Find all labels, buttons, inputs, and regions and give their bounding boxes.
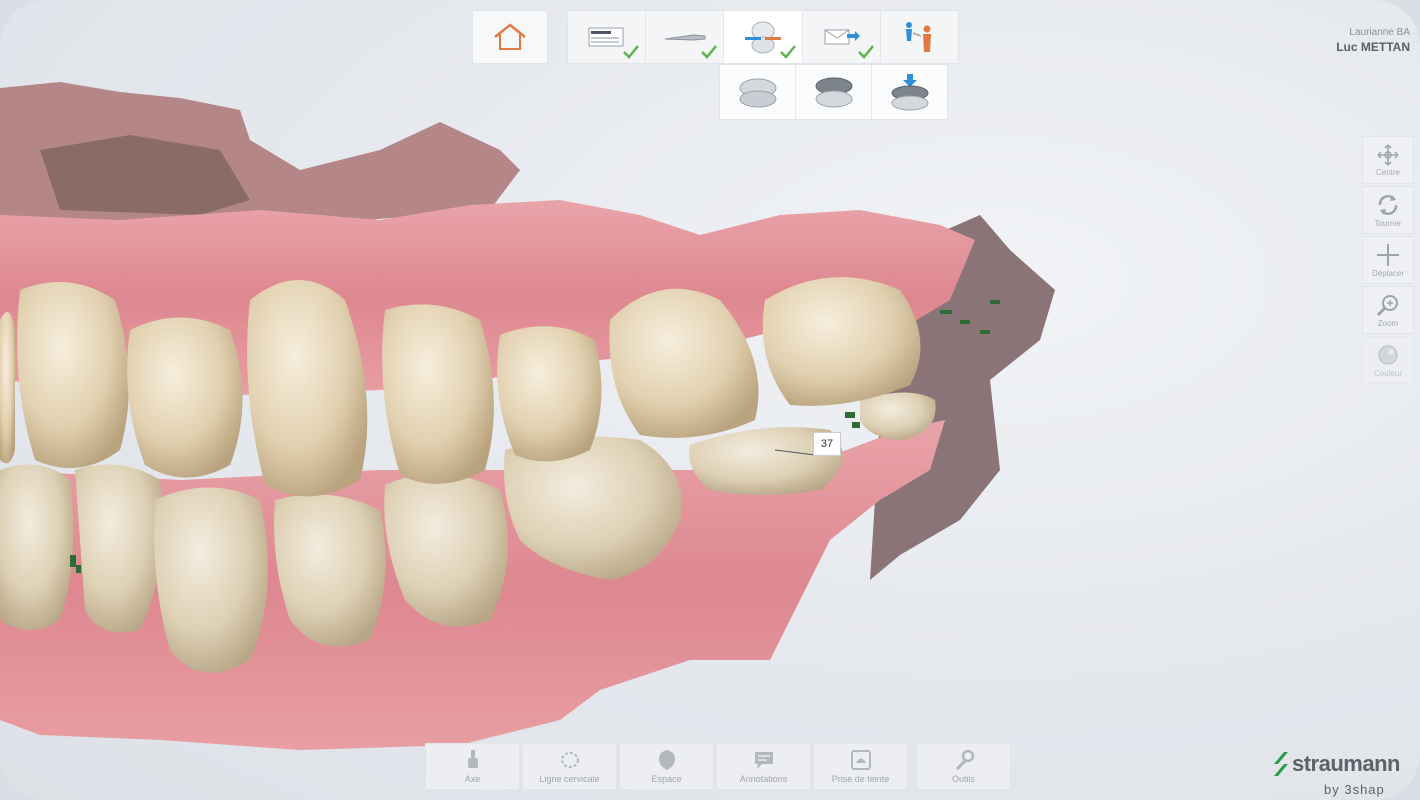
view-tools: Centre Tourner Déplacer Zoom Couleur xyxy=(1362,136,1414,386)
move-label: Déplacer xyxy=(1371,268,1404,278)
rotate-label: Tourner xyxy=(1374,218,1402,228)
axis-icon xyxy=(467,750,478,768)
center-icon xyxy=(1377,143,1399,166)
center-label: Centre xyxy=(1375,167,1400,177)
home-button[interactable] xyxy=(472,10,548,64)
patient-info: Laurianne BA Luc METTAN xyxy=(1336,27,1410,54)
rotate-icon xyxy=(1378,194,1398,215)
send-icon xyxy=(824,29,861,45)
space-icon xyxy=(658,750,675,770)
rotate-button[interactable]: Tourner xyxy=(1362,186,1414,234)
patient-name-line2: Luc METTAN xyxy=(1336,40,1410,54)
tools-button[interactable]: Outils xyxy=(916,743,1011,790)
check-icon xyxy=(857,45,874,59)
tooth-number-label: 37 xyxy=(813,432,841,456)
check-icon xyxy=(779,45,796,59)
step-patient-info[interactable] xyxy=(568,11,647,63)
step-bite[interactable] xyxy=(724,11,803,63)
step-handover[interactable] xyxy=(881,11,958,63)
brand-name: straumann xyxy=(1292,751,1400,776)
annotations-icon xyxy=(754,752,773,769)
substep-bite-align[interactable] xyxy=(872,65,947,119)
substep-upper[interactable] xyxy=(720,65,796,119)
dental-scan-view[interactable] xyxy=(0,0,1420,800)
move-button[interactable]: Déplacer xyxy=(1362,236,1414,284)
axis-label: Axe xyxy=(464,774,481,784)
bite-substeps xyxy=(719,64,948,120)
color-icon xyxy=(1378,344,1398,365)
bite-scan-icon xyxy=(745,21,781,54)
shade-icon xyxy=(850,750,871,770)
shade-button[interactable]: Prise de teinte xyxy=(813,743,908,790)
workflow-steps xyxy=(567,10,959,64)
straumann-logo-icon xyxy=(1274,752,1288,776)
wrench-icon xyxy=(955,749,974,771)
axis-button[interactable]: Axe xyxy=(425,743,520,790)
app-window: 37 Laurianne BA Luc METTAN Centre Tourne… xyxy=(0,0,1420,800)
bottom-toolbar: Axe Ligne cervicale Espace Annotations P… xyxy=(425,743,1013,790)
step-scan[interactable] xyxy=(646,11,725,63)
color-button[interactable]: Couleur xyxy=(1362,336,1414,384)
cervical-line-label: Ligne cervicale xyxy=(539,774,600,784)
zoom-label: Zoom xyxy=(1377,318,1399,328)
patient-form-icon xyxy=(588,27,624,47)
check-icon xyxy=(701,45,718,59)
step-send[interactable] xyxy=(803,11,881,63)
cervical-line-icon xyxy=(560,752,579,768)
tools-label: Outils xyxy=(951,774,975,784)
annotations-label: Annotations xyxy=(739,774,788,784)
brand-logo: straumann by 3shap xyxy=(1270,750,1400,797)
zoom-icon xyxy=(1376,294,1398,316)
move-icon xyxy=(1377,243,1399,266)
upper-jaw-icon xyxy=(739,78,776,108)
bite-align-icon xyxy=(891,74,928,111)
cervical-line-button[interactable]: Ligne cervicale xyxy=(522,743,617,790)
patient-name-line1: Laurianne BA xyxy=(1349,27,1410,38)
brand-by: by 3shap xyxy=(1324,782,1385,797)
lower-jaw-icon xyxy=(815,77,852,108)
handover-icon xyxy=(906,22,932,52)
space-button[interactable]: Espace xyxy=(619,743,714,790)
color-label: Couleur xyxy=(1373,368,1402,378)
space-label: Espace xyxy=(651,774,682,784)
shade-label: Prise de teinte xyxy=(831,774,890,784)
substep-lower[interactable] xyxy=(796,65,872,119)
annotations-button[interactable]: Annotations xyxy=(716,743,811,790)
zoom-button[interactable]: Zoom xyxy=(1362,286,1414,334)
center-button[interactable]: Centre xyxy=(1362,136,1414,184)
scanner-wand-icon xyxy=(664,34,706,41)
check-icon xyxy=(623,45,640,59)
home-icon xyxy=(494,23,526,50)
